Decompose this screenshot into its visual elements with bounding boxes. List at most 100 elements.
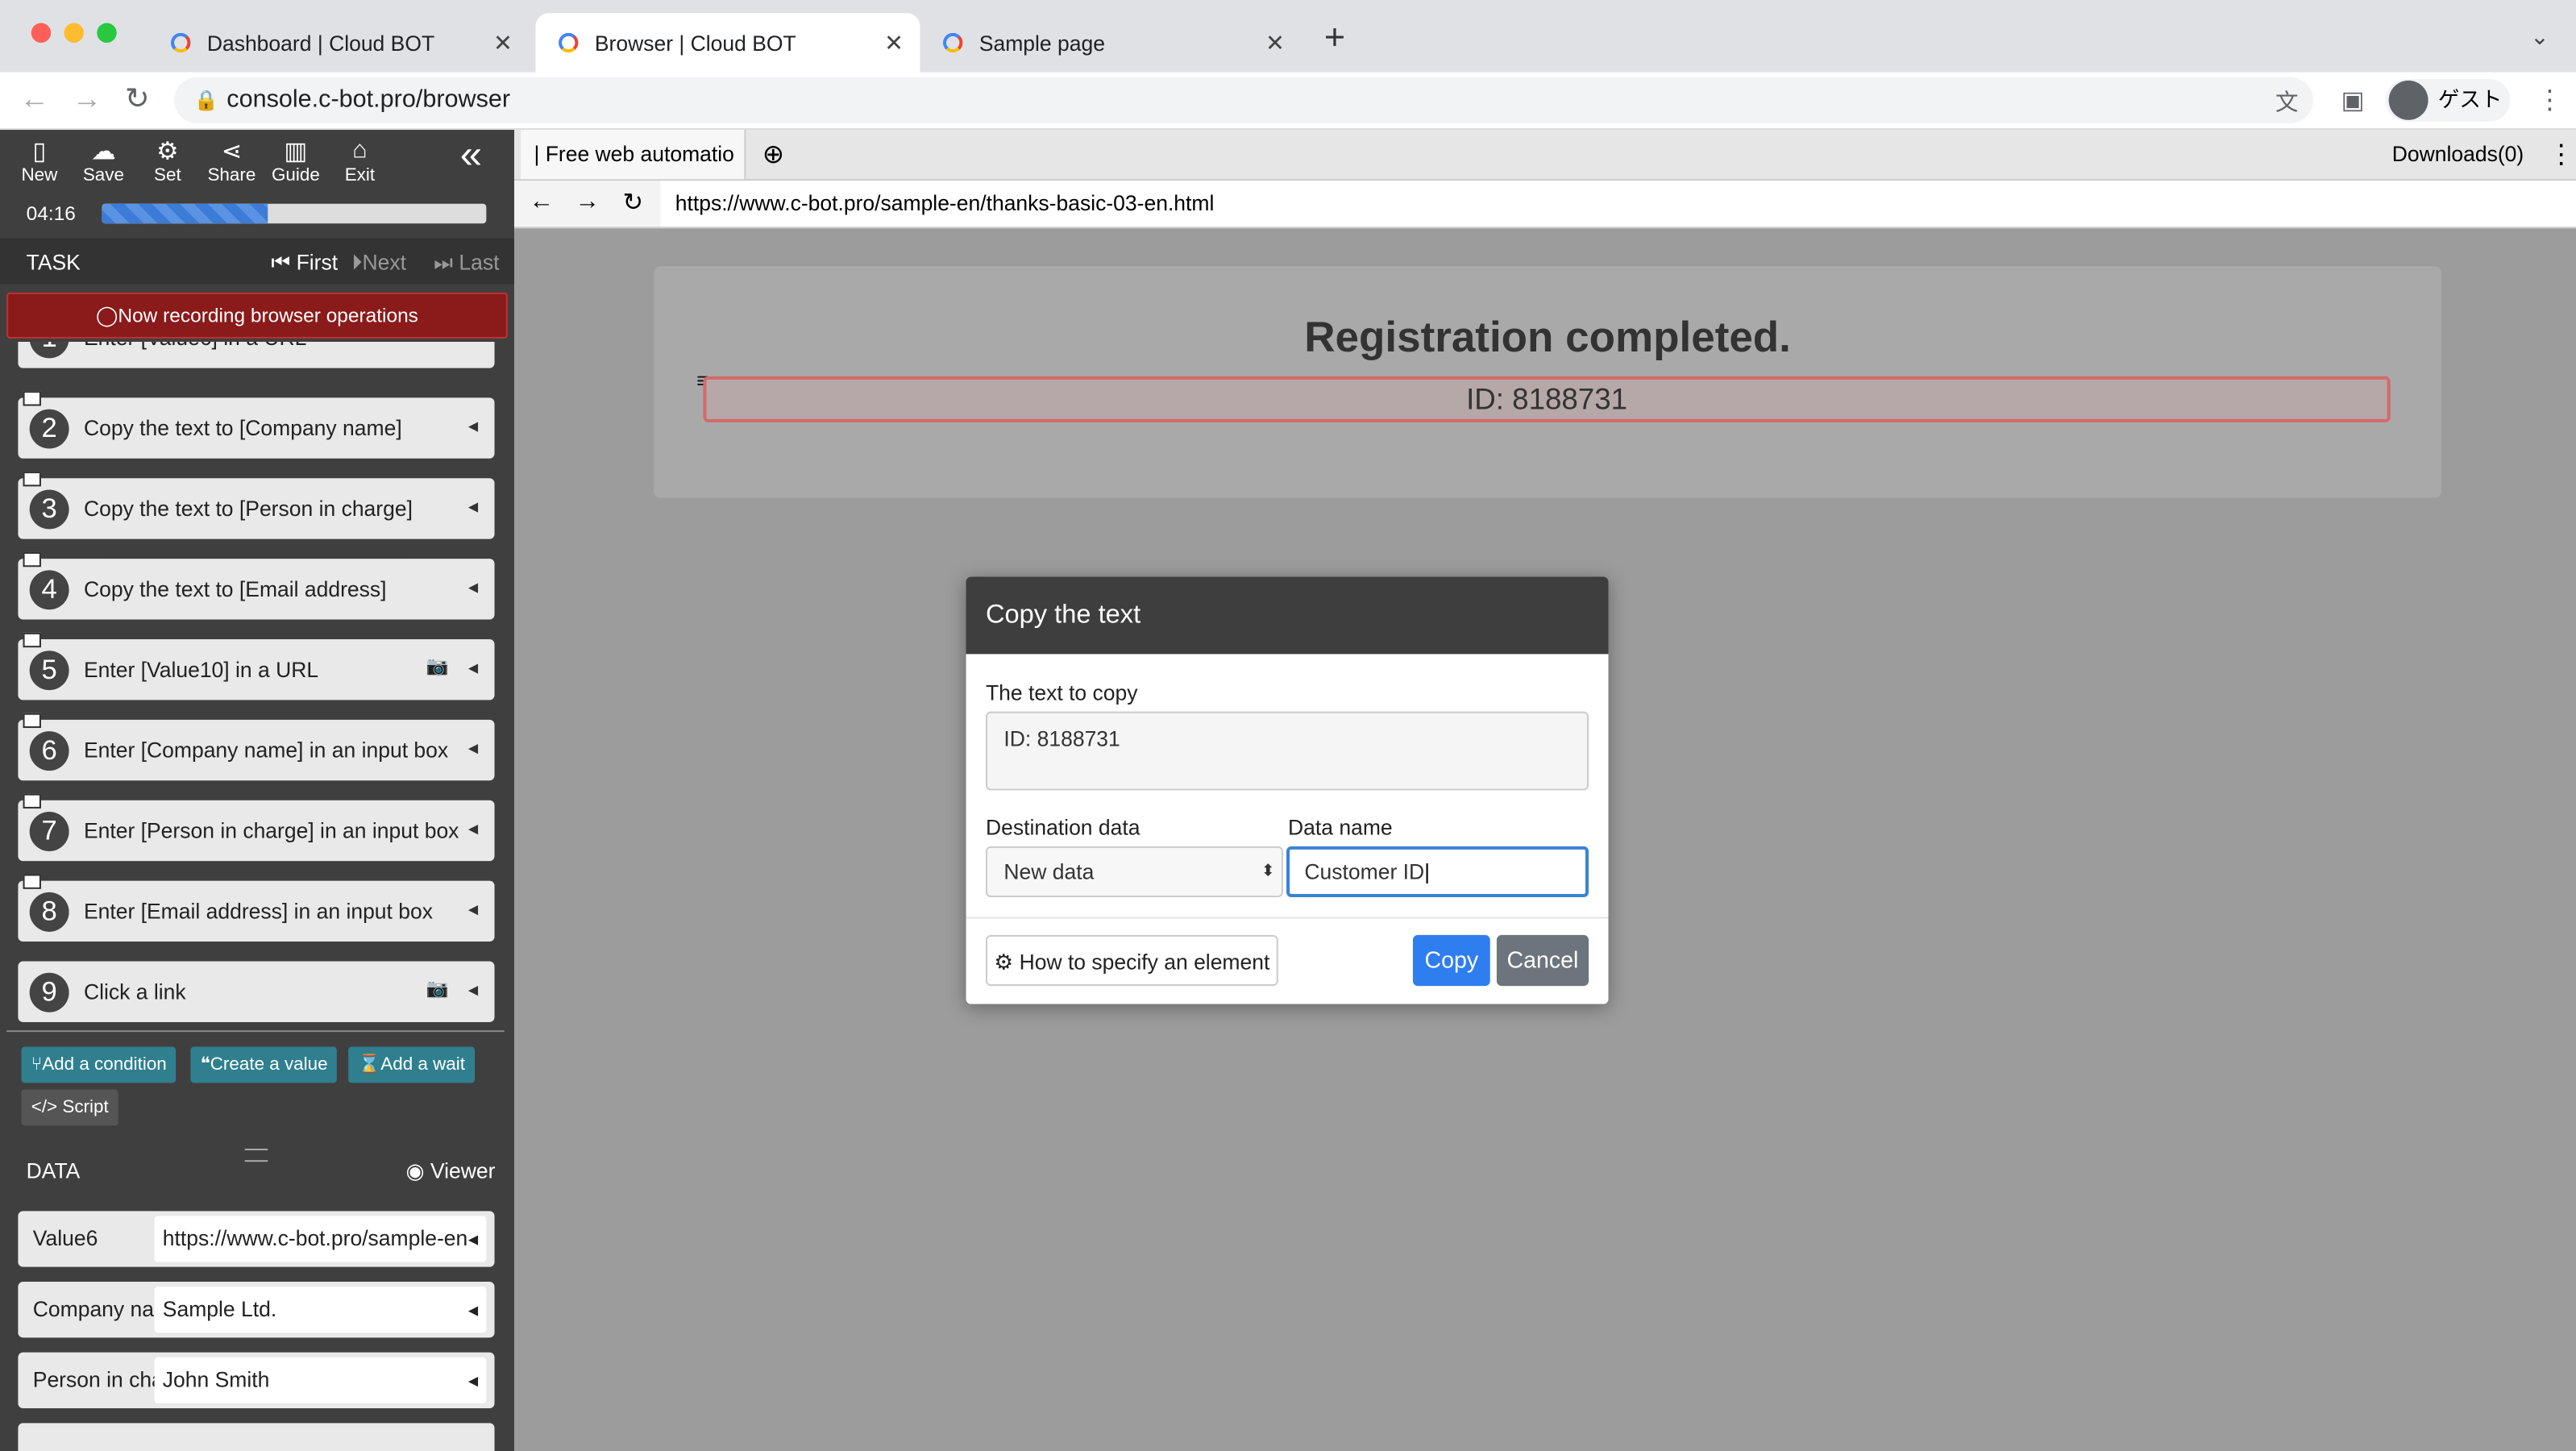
recording-banner: ◯Now recording browser operations	[6, 292, 508, 339]
data-row[interactable]: Company nameSample Ltd.◂	[18, 1282, 495, 1338]
chevron-left-icon[interactable]: ◂	[468, 1298, 478, 1321]
forward-arrow-icon[interactable]: →	[73, 82, 102, 117]
camera-icon[interactable]: 📷	[426, 655, 449, 676]
step-item[interactable]: 9 Click a link 📷 ◂	[18, 961, 495, 1022]
viewer-button[interactable]: ◉ Viewer	[405, 1158, 495, 1185]
share-icon: ⋖	[221, 138, 243, 166]
maximize-window-icon[interactable]	[97, 23, 117, 44]
step-number: 7	[29, 812, 69, 851]
last-label: Last	[459, 249, 500, 275]
chevron-left-icon[interactable]: ◂	[468, 1369, 478, 1392]
data-row[interactable]: Person in chargeJohn Smith◂	[18, 1352, 495, 1408]
text-to-copy-value: ID: 8188731	[1003, 726, 1120, 751]
chevron-left-icon[interactable]: ◂	[468, 342, 478, 347]
last-button[interactable]: ⏭ Last	[434, 250, 499, 276]
copy-button[interactable]: Copy	[1412, 934, 1490, 987]
step-item[interactable]: 5 Enter [Value10] in a URL 📷 ◂	[18, 632, 495, 701]
script-button[interactable]: </> Script	[21, 1089, 118, 1126]
data-value[interactable]: Sample Ltd.	[154, 1287, 487, 1333]
timer: 04:16	[26, 202, 76, 226]
save-button[interactable]: ☁ Save	[71, 136, 137, 185]
close-tab-icon[interactable]: ✕	[884, 29, 904, 57]
steps-resize-divider[interactable]	[6, 1030, 505, 1033]
omnibox[interactable]: 🔒 console.c-bot.pro/browser	[174, 77, 2313, 123]
inner-url-input[interactable]: https://www.c-bot.pro/sample-en/thanks-b…	[660, 181, 2576, 227]
play-next-icon: ⏵	[351, 249, 363, 275]
next-button[interactable]: ⏵Next	[351, 250, 406, 276]
keyboard-icon	[23, 713, 41, 729]
add-wait-button[interactable]: ⌛Add a wait	[348, 1046, 476, 1083]
step-item[interactable]: 1 Enter [Value6] in a URL ◂	[18, 342, 495, 368]
highlighted-id-element[interactable]: ID: 8188731	[703, 376, 2391, 422]
chevron-left-icon[interactable]: ◂	[468, 817, 478, 840]
camera-icon[interactable]: 📷	[426, 978, 449, 999]
exit-button[interactable]: ⌂ Exit	[327, 136, 393, 185]
chevron-left-icon[interactable]: ◂	[468, 414, 478, 438]
menu-kebab-icon[interactable]: ⋮	[2537, 84, 2563, 117]
chevron-left-icon[interactable]: ◂	[468, 978, 478, 1001]
close-window-icon[interactable]	[31, 23, 52, 44]
translate-icon[interactable]: 文	[2275, 85, 2299, 118]
add-condition-label: Add a condition	[42, 1054, 167, 1075]
lock-icon: 🔒	[193, 89, 218, 112]
back-arrow-icon[interactable]: ←	[19, 82, 49, 117]
first-button[interactable]: ⏮ First	[271, 250, 338, 276]
step-item[interactable]: 3 Copy the text to [Person in charge] ◂	[18, 472, 495, 539]
chevron-left-icon[interactable]: ◂	[468, 495, 478, 518]
tool-label: Save	[82, 165, 124, 186]
step-item[interactable]: 6 Enter [Company name] in an input box ◂	[18, 713, 495, 781]
tab-search-chevron-icon[interactable]: ⌄	[2530, 23, 2549, 52]
inner-tab-title: | Free web automatio	[534, 141, 734, 166]
data-header-label: DATA	[26, 1158, 81, 1183]
add-condition-button[interactable]: ⑂Add a condition	[21, 1046, 177, 1083]
keyboard-icon	[23, 793, 41, 809]
new-tab-icon[interactable]: +	[1324, 16, 1345, 59]
guide-button[interactable]: ▥ Guide	[263, 136, 329, 185]
how-to-specify-button[interactable]: ⚙ How to specify an element	[985, 934, 1278, 987]
inner-tab[interactable]: | Free web automatio	[521, 130, 746, 180]
data-row[interactable]: Value6 https://www.c-bot.pro/sample-en ◂	[18, 1211, 495, 1267]
set-button[interactable]: ⚙ Set	[135, 136, 201, 185]
step-number: 9	[29, 972, 69, 1012]
destination-data-select[interactable]: New data ⬍	[985, 846, 1283, 898]
minimize-window-icon[interactable]	[64, 23, 84, 44]
chevron-left-icon[interactable]: ◂	[468, 736, 478, 759]
inner-menu-kebab-icon[interactable]: ⋮	[2548, 138, 2574, 171]
cancel-button[interactable]: Cancel	[1496, 934, 1589, 987]
data-name-input[interactable]: Customer ID|	[1286, 846, 1589, 898]
add-tab-icon[interactable]: ⊕	[762, 138, 784, 171]
data-row[interactable]	[18, 1423, 495, 1451]
chrome-tab-browser[interactable]: Browser | Cloud BOT ✕	[535, 13, 920, 73]
keyboard-icon	[23, 874, 41, 889]
step-number: 8	[29, 892, 69, 932]
create-value-button[interactable]: ❝Create a value	[190, 1046, 338, 1083]
close-tab-icon[interactable]: ✕	[493, 29, 513, 57]
inner-url-bar: ← → ↻ https://www.c-bot.pro/sample-en/th…	[513, 181, 2576, 229]
step-item[interactable]: 2 Copy the text to [Company name] ◂	[18, 391, 495, 459]
chevron-left-icon[interactable]: ◂	[468, 1228, 478, 1251]
inner-back-arrow-icon[interactable]: ←	[529, 187, 554, 215]
downloads-button[interactable]: Downloads(0)	[2392, 135, 2537, 174]
step-item[interactable]: 4 Copy the text to [Email address] ◂	[18, 551, 495, 620]
chrome-tab-sample-page[interactable]: Sample page ✕	[920, 13, 1301, 72]
new-button[interactable]: ▯ New	[6, 136, 73, 185]
chevron-left-icon[interactable]: ◂	[468, 655, 478, 679]
step-label: Copy the text to [Email address]	[83, 576, 387, 602]
step-item[interactable]: 7 Enter [Person in charge] in an input bo…	[18, 793, 495, 862]
collapse-panel-icon[interactable]: «	[460, 133, 482, 179]
text-to-copy-field[interactable]: ID: 8188731	[985, 711, 1589, 791]
close-tab-icon[interactable]: ✕	[1265, 29, 1285, 57]
data-value[interactable]: John Smith	[154, 1357, 487, 1403]
side-panel-icon[interactable]: ▣	[2341, 85, 2365, 115]
inner-forward-arrow-icon[interactable]: →	[575, 187, 600, 215]
data-value[interactable]: https://www.c-bot.pro/sample-en	[154, 1216, 487, 1262]
chevron-left-icon[interactable]: ◂	[468, 897, 478, 921]
step-item[interactable]: 8 Enter [Email address] in an input box ◂	[18, 874, 495, 942]
profile-button[interactable]: ゲスト	[2385, 78, 2511, 122]
chevron-left-icon[interactable]: ◂	[468, 575, 478, 598]
reload-icon[interactable]: ↻	[125, 82, 150, 117]
chrome-tab-dashboard[interactable]: Dashboard | Cloud BOT ✕	[147, 13, 529, 72]
share-button[interactable]: ⋖ Share	[199, 136, 265, 185]
inner-tab-bar: | Free web automatio ⊕ Downloads(0) ⋮	[513, 130, 2576, 181]
inner-reload-icon[interactable]: ↻	[623, 187, 644, 217]
